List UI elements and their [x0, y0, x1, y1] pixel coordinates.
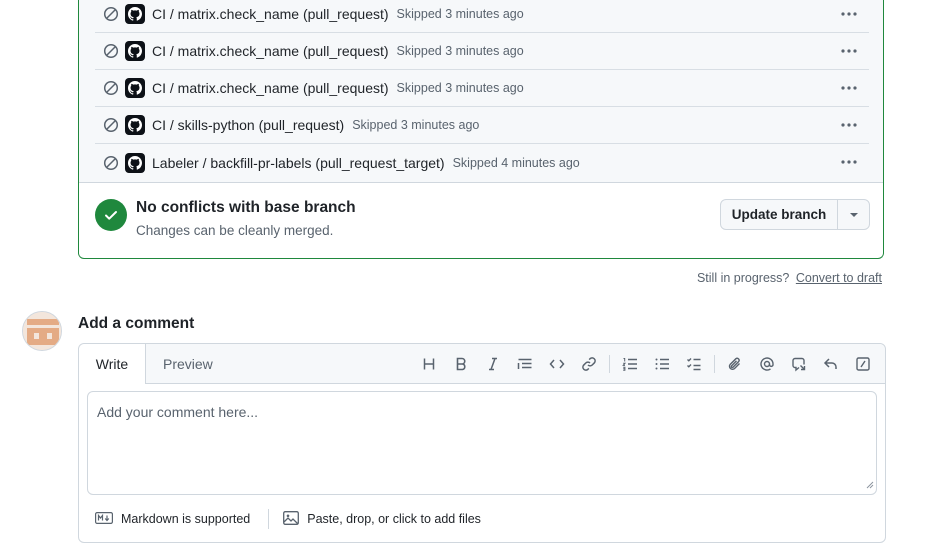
code-icon[interactable] [541, 352, 573, 376]
kebab-menu-icon[interactable] [839, 80, 859, 96]
github-actions-icon [125, 41, 145, 61]
tab-preview[interactable]: Preview [163, 344, 213, 384]
reply-icon[interactable] [815, 352, 847, 376]
draft-hint: Still in progress? Convert to draft [697, 271, 882, 285]
check-row: Labeler / backfill-pr-labels (pull_reque… [95, 144, 869, 181]
image-icon [283, 510, 303, 528]
attach-icon[interactable] [719, 352, 751, 376]
chevron-down-icon[interactable] [838, 200, 869, 229]
checks-list: CI / matrix.check_name (pull_request) Sk… [79, 0, 883, 183]
comment-placeholder: Add your comment here... [97, 404, 259, 420]
comment-textarea[interactable]: Add your comment here... [87, 391, 877, 495]
check-circle-icon [95, 199, 127, 231]
attach-files-link[interactable]: Paste, drop, or click to add files [283, 510, 481, 528]
unordered-list-icon[interactable] [646, 352, 678, 376]
quote-icon[interactable] [509, 352, 541, 376]
check-name[interactable]: CI / skills-python (pull_request) [152, 117, 344, 133]
heading-icon[interactable] [413, 352, 445, 376]
add-comment-heading: Add a comment [78, 315, 195, 332]
check-row: CI / matrix.check_name (pull_request) Sk… [95, 0, 869, 33]
kebab-menu-icon[interactable] [839, 154, 859, 170]
markdown-icon [95, 511, 117, 527]
check-row: CI / matrix.check_name (pull_request) Sk… [95, 33, 869, 70]
check-name[interactable]: CI / matrix.check_name (pull_request) [152, 6, 389, 22]
markdown-supported-label: Markdown is supported [121, 512, 251, 526]
github-actions-icon [125, 152, 145, 173]
check-row: CI / skills-python (pull_request) Skippe… [95, 107, 869, 144]
check-row: CI / matrix.check_name (pull_request) Sk… [95, 70, 869, 107]
github-actions-icon [125, 78, 145, 98]
mention-icon[interactable] [751, 352, 783, 376]
merge-status: No conflicts with base branch Changes ca… [79, 182, 883, 258]
comment-editor: Write Preview Add your comment here... M… [78, 343, 886, 543]
attach-files-label: Paste, drop, or click to add files [307, 512, 481, 526]
task-list-icon[interactable] [678, 352, 710, 376]
check-status: Skipped 3 minutes ago [396, 81, 524, 95]
slash-command-icon[interactable] [847, 352, 879, 376]
skipped-icon [103, 6, 119, 22]
merge-title: No conflicts with base branch [136, 199, 356, 216]
bold-icon[interactable] [445, 352, 477, 376]
check-name[interactable]: Labeler / backfill-pr-labels (pull_reque… [152, 155, 445, 171]
check-status: Skipped 4 minutes ago [452, 155, 580, 170]
avatar[interactable] [22, 311, 62, 351]
italic-icon[interactable] [477, 352, 509, 376]
check-status: Skipped 3 minutes ago [396, 44, 524, 58]
link-icon[interactable] [573, 352, 605, 376]
check-name[interactable]: CI / matrix.check_name (pull_request) [152, 80, 389, 96]
skipped-icon [103, 43, 119, 59]
update-branch-label[interactable]: Update branch [721, 200, 838, 229]
editor-header: Write Preview [79, 344, 885, 384]
footer-divider [268, 509, 270, 529]
kebab-menu-icon[interactable] [839, 6, 859, 22]
checks-panel: CI / matrix.check_name (pull_request) Sk… [78, 0, 884, 259]
merge-subtitle: Changes can be cleanly merged. [136, 223, 334, 238]
kebab-menu-icon[interactable] [839, 43, 859, 59]
skipped-icon [103, 155, 119, 171]
check-name[interactable]: CI / matrix.check_name (pull_request) [152, 43, 389, 59]
toolbar-divider [609, 355, 610, 373]
github-actions-icon [125, 4, 145, 24]
skipped-icon [103, 80, 119, 96]
markdown-supported-link[interactable]: Markdown is supported [95, 511, 251, 527]
check-status: Skipped 3 minutes ago [352, 118, 480, 132]
ordered-list-icon[interactable] [614, 352, 646, 376]
check-status: Skipped 3 minutes ago [396, 7, 524, 21]
toolbar-divider [714, 355, 715, 373]
editor-footer: Markdown is supported Paste, drop, or cl… [95, 508, 481, 530]
skipped-icon [103, 117, 119, 133]
update-branch-button[interactable]: Update branch [720, 199, 870, 230]
markdown-toolbar [413, 352, 879, 376]
tab-write[interactable]: Write [79, 344, 146, 384]
draft-prompt: Still in progress? [696, 271, 790, 285]
convert-to-draft-link[interactable]: Convert to draft [796, 271, 882, 285]
resize-handle-icon[interactable] [866, 476, 874, 492]
reference-icon[interactable] [783, 352, 815, 376]
kebab-menu-icon[interactable] [839, 117, 859, 133]
github-actions-icon [125, 115, 145, 135]
